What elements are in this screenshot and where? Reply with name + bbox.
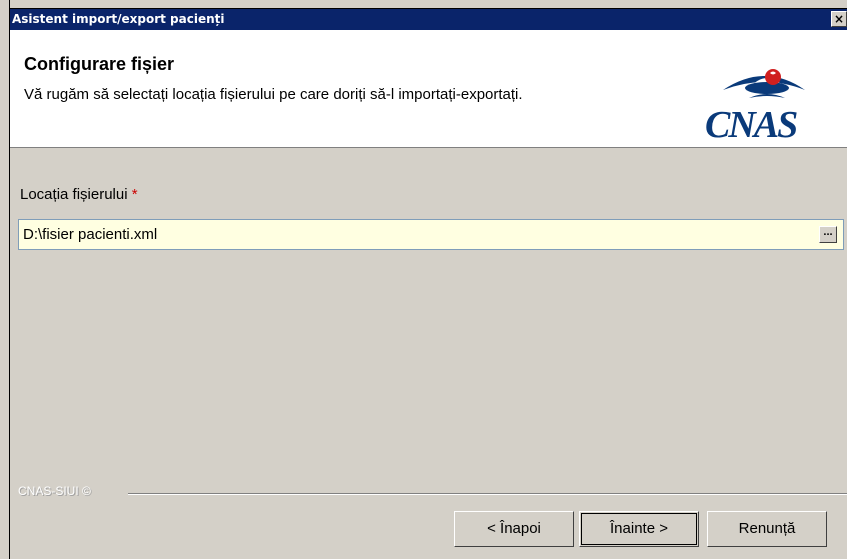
required-marker: *	[131, 186, 138, 203]
logo-text: CNAS	[705, 104, 798, 146]
cancel-button[interactable]: Renunță	[707, 511, 827, 547]
window-title: Asistent import/export pacienți	[12, 12, 225, 26]
title-bar[interactable]: Asistent import/export pacienți ×	[10, 9, 847, 30]
footer-divider-highlight	[128, 494, 847, 495]
next-button-label: Înainte >	[610, 520, 668, 537]
page-subtitle: Vă rugăm să selectați locația fișierului…	[24, 86, 523, 103]
close-button[interactable]: ×	[831, 11, 847, 27]
cancel-button-label: Renunță	[738, 520, 796, 537]
footer-brand: CNAS-SIUI ©	[18, 484, 91, 498]
page-title: Configurare fișier	[24, 54, 175, 74]
wizard-header: Configurare fișier Vă rugăm să selectați…	[10, 30, 847, 148]
close-icon: ×	[833, 12, 845, 26]
ellipsis-icon: ...	[823, 226, 833, 238]
back-button[interactable]: < Înapoi	[454, 511, 574, 547]
next-button[interactable]: Înainte >	[579, 511, 699, 547]
browse-button[interactable]: ...	[819, 226, 837, 243]
file-location-label: Locația fișierului *	[20, 186, 138, 203]
file-location-value[interactable]: D:\fisier pacienti.xml	[23, 226, 157, 243]
cnas-logo: CNAS	[693, 68, 843, 152]
back-button-label: < Înapoi	[487, 520, 541, 537]
file-location-input[interactable]: D:\fisier pacienti.xml ...	[18, 219, 844, 250]
file-location-label-text: Locația fișierului	[20, 186, 128, 203]
import-export-dialog: Asistent import/export pacienți × Config…	[0, 0, 847, 559]
